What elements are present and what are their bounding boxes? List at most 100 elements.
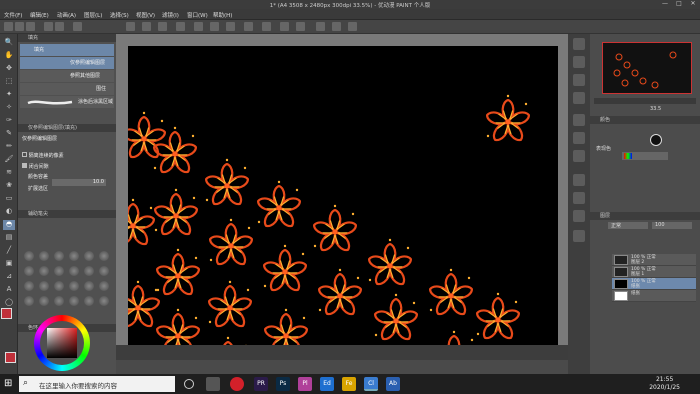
menu-filter[interactable]: 滤镜(I)	[162, 11, 179, 19]
select-tool-icon[interactable]: ⬚	[3, 77, 15, 87]
pencil-tool-icon[interactable]: ✏	[3, 142, 15, 152]
file-explorer-icon[interactable]	[206, 377, 220, 391]
navigator-preview[interactable]	[602, 42, 692, 94]
subtool-enclose[interactable]: 围住	[20, 83, 114, 95]
sub-view-icon[interactable]	[573, 56, 585, 68]
color-square[interactable]	[47, 328, 77, 358]
hat-icon[interactable]	[332, 22, 341, 31]
menu-window[interactable]: 窗口(W)	[187, 11, 208, 19]
tolerance-slider[interactable]: 10.0	[52, 179, 106, 186]
figure-tool-icon[interactable]: ╱	[3, 246, 15, 256]
brush-size-option[interactable]	[99, 296, 109, 306]
eraser-tool-icon[interactable]: ▭	[3, 194, 15, 204]
deselect-icon[interactable]	[158, 22, 167, 31]
layer-row[interactable]: 100 % 正常 图层 1	[612, 266, 696, 278]
layer-row[interactable]: 100 % 正常 图层 2	[612, 254, 696, 266]
zoom-tool-icon[interactable]: 🔍	[3, 38, 15, 48]
lasso-tool-icon[interactable]: ✦	[3, 90, 15, 100]
brush-size-option[interactable]	[99, 266, 109, 276]
task-view-icon[interactable]	[184, 379, 194, 389]
snap-grid-icon[interactable]	[226, 22, 235, 31]
brush-size-option[interactable]	[54, 251, 64, 261]
material-icon[interactable]	[573, 230, 585, 242]
premiere-icon[interactable]: PR	[254, 377, 268, 391]
subtool-edit-layer-only[interactable]: 仅参照编辑图层	[20, 57, 114, 69]
brush-size-option[interactable]	[24, 281, 34, 291]
other-app-icon[interactable]: Ab	[386, 377, 400, 391]
brush-size-option[interactable]	[69, 251, 79, 261]
ruler-tool-icon[interactable]: ⊿	[3, 272, 15, 282]
brush-size-option[interactable]	[39, 266, 49, 276]
undo-icon[interactable]	[44, 22, 53, 31]
pen-tool-icon[interactable]: ✎	[3, 129, 15, 139]
brush-tool-icon[interactable]: 🖌	[3, 155, 15, 165]
invert-selection-icon[interactable]	[176, 22, 185, 31]
text-tool-icon[interactable]: A	[3, 285, 15, 295]
subtool-fill[interactable]: 填充	[20, 44, 114, 56]
brush-size-option[interactable]	[39, 296, 49, 306]
clip-studio-icon[interactable]: Cl	[364, 377, 378, 391]
photoshop-icon[interactable]: Ps	[276, 377, 290, 391]
system-clock[interactable]: 21:55 2020/1/25	[649, 376, 680, 392]
brush-size-option[interactable]	[39, 251, 49, 261]
hand-tool-icon[interactable]: ✋	[3, 51, 15, 61]
maximize-button[interactable]: □	[672, 0, 686, 9]
record-icon[interactable]	[348, 22, 357, 31]
brush-size-option[interactable]	[24, 266, 34, 276]
transform-icon[interactable]	[126, 22, 135, 31]
taskbar-search[interactable]: ⌕ 在这里输入你要搜索的内容	[19, 376, 175, 392]
brush-size-option[interactable]	[54, 266, 64, 276]
move-tool-icon[interactable]: ✥	[3, 64, 15, 74]
brush-size-option[interactable]	[84, 266, 94, 276]
isolate-pixels-checkbox[interactable]	[22, 152, 27, 157]
layer-row[interactable]: 纸张	[612, 290, 696, 302]
menu-file[interactable]: 文件(F)	[4, 11, 22, 19]
opacity-field[interactable]: 100	[652, 222, 692, 229]
sub-color-swatch[interactable]	[5, 352, 16, 363]
main-color-circle[interactable]	[650, 134, 662, 146]
brush-size-option[interactable]	[24, 251, 34, 261]
menu-select[interactable]: 选择(S)	[110, 11, 129, 19]
menu-view[interactable]: 视图(V)	[136, 11, 155, 19]
brush-size-option[interactable]	[54, 296, 64, 306]
fill-tool-icon[interactable]: ◓	[3, 220, 15, 230]
brush-size-option[interactable]	[69, 266, 79, 276]
layer-property-icon[interactable]	[573, 174, 585, 186]
decoration-tool-icon[interactable]: ❀	[3, 181, 15, 191]
pl-app-icon[interactable]: Pl	[298, 377, 312, 391]
brush-size-option[interactable]	[69, 296, 79, 306]
ruler-icon[interactable]	[316, 22, 325, 31]
color-mix-icon[interactable]	[573, 150, 585, 162]
balloon-tool-icon[interactable]: ◯	[3, 298, 15, 308]
brush-size-option[interactable]	[39, 281, 49, 291]
open-file-icon[interactable]	[15, 22, 24, 31]
minimize-button[interactable]: —	[658, 0, 672, 9]
app-icon-red[interactable]	[230, 377, 244, 391]
tool-settings-icon[interactable]	[262, 22, 271, 31]
redo-icon[interactable]	[55, 22, 64, 31]
snap-special-icon[interactable]	[244, 22, 253, 31]
brush-size-option[interactable]	[99, 281, 109, 291]
blend-mode-dropdown[interactable]: 正常	[608, 222, 648, 229]
brush-size-option[interactable]	[84, 296, 94, 306]
windows-start-icon[interactable]: ⊞	[4, 378, 15, 389]
gradient-tool-icon[interactable]: ▤	[3, 233, 15, 243]
menu-help[interactable]: 帮助(H)	[213, 11, 232, 19]
menu-edit[interactable]: 编辑(E)	[30, 11, 49, 19]
drawing-canvas[interactable]	[128, 46, 558, 352]
blend-tool-icon[interactable]: ◐	[3, 207, 15, 217]
layer-search-icon[interactable]	[573, 192, 585, 204]
save-icon[interactable]	[26, 22, 35, 31]
main-color-swatch[interactable]	[1, 308, 12, 319]
clear-icon[interactable]	[73, 22, 82, 31]
tone-icon[interactable]	[573, 114, 585, 126]
history-icon[interactable]	[573, 92, 585, 104]
folder-icon[interactable]: Fe	[342, 377, 356, 391]
eyedrop-tool-icon[interactable]: ✑	[3, 116, 15, 126]
brush-size-option[interactable]	[24, 296, 34, 306]
info-icon[interactable]	[573, 74, 585, 86]
select-all-icon[interactable]	[142, 22, 151, 31]
close-gap-checkbox[interactable]	[22, 163, 27, 168]
tone-dropdown[interactable]	[622, 152, 668, 160]
snap-ruler-icon[interactable]	[210, 22, 219, 31]
